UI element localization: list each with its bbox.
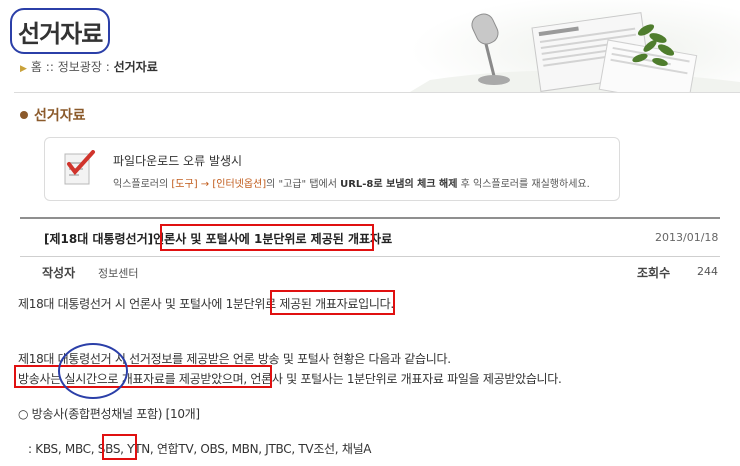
breadcrumb-section[interactable]: 정보광장 [58, 60, 102, 74]
views-label: 조회수 [637, 266, 671, 280]
annotation-box [102, 434, 137, 460]
breadcrumb: ▶ 홈 :: 정보광장 : 선거자료 [20, 58, 158, 75]
breadcrumb-separator: : [105, 60, 110, 74]
annotation-box [14, 365, 272, 388]
views-value: 244 [697, 265, 718, 278]
header-microphone-illustration [410, 0, 740, 92]
breadcrumb-current: 선거자료 [113, 60, 158, 74]
breadcrumb-arrow-icon: ▶ [20, 64, 27, 74]
section-title: 선거자료 [20, 105, 86, 125]
notice-title: 파일다운로드 오류 발생시 [113, 154, 243, 168]
author-value: 정보센터 [98, 267, 139, 280]
post-date: 2013/01/18 [655, 231, 719, 244]
annotation-box [270, 290, 395, 315]
annotation-circle [10, 8, 110, 54]
download-error-notice: 파일다운로드 오류 발생시 익스플로러의 [도구] → [인터넷옵션]의 "고급… [44, 137, 620, 201]
bullet-icon [20, 111, 28, 119]
breadcrumb-home[interactable]: 홈 [31, 60, 42, 74]
annotation-circle [58, 343, 128, 399]
notice-instructions: 익스플로러의 [도구] → [인터넷옵션]의 "고급" 탭에서 URL-8로 보… [113, 179, 590, 190]
header-divider [14, 92, 740, 93]
breadcrumb-separator: :: [45, 60, 54, 74]
post-divider [20, 256, 720, 257]
annotation-box [160, 224, 374, 251]
post-top-border [20, 217, 720, 219]
checklist-icon [64, 150, 95, 185]
body-line-5: : KBS, MBC, SBS, YTN, 연합TV, OBS, MBN, JT… [28, 442, 372, 456]
body-line-4: ○ 방송사(종합편성채널 포함) [10개] [18, 407, 200, 421]
author-label: 작성자 [42, 266, 76, 280]
